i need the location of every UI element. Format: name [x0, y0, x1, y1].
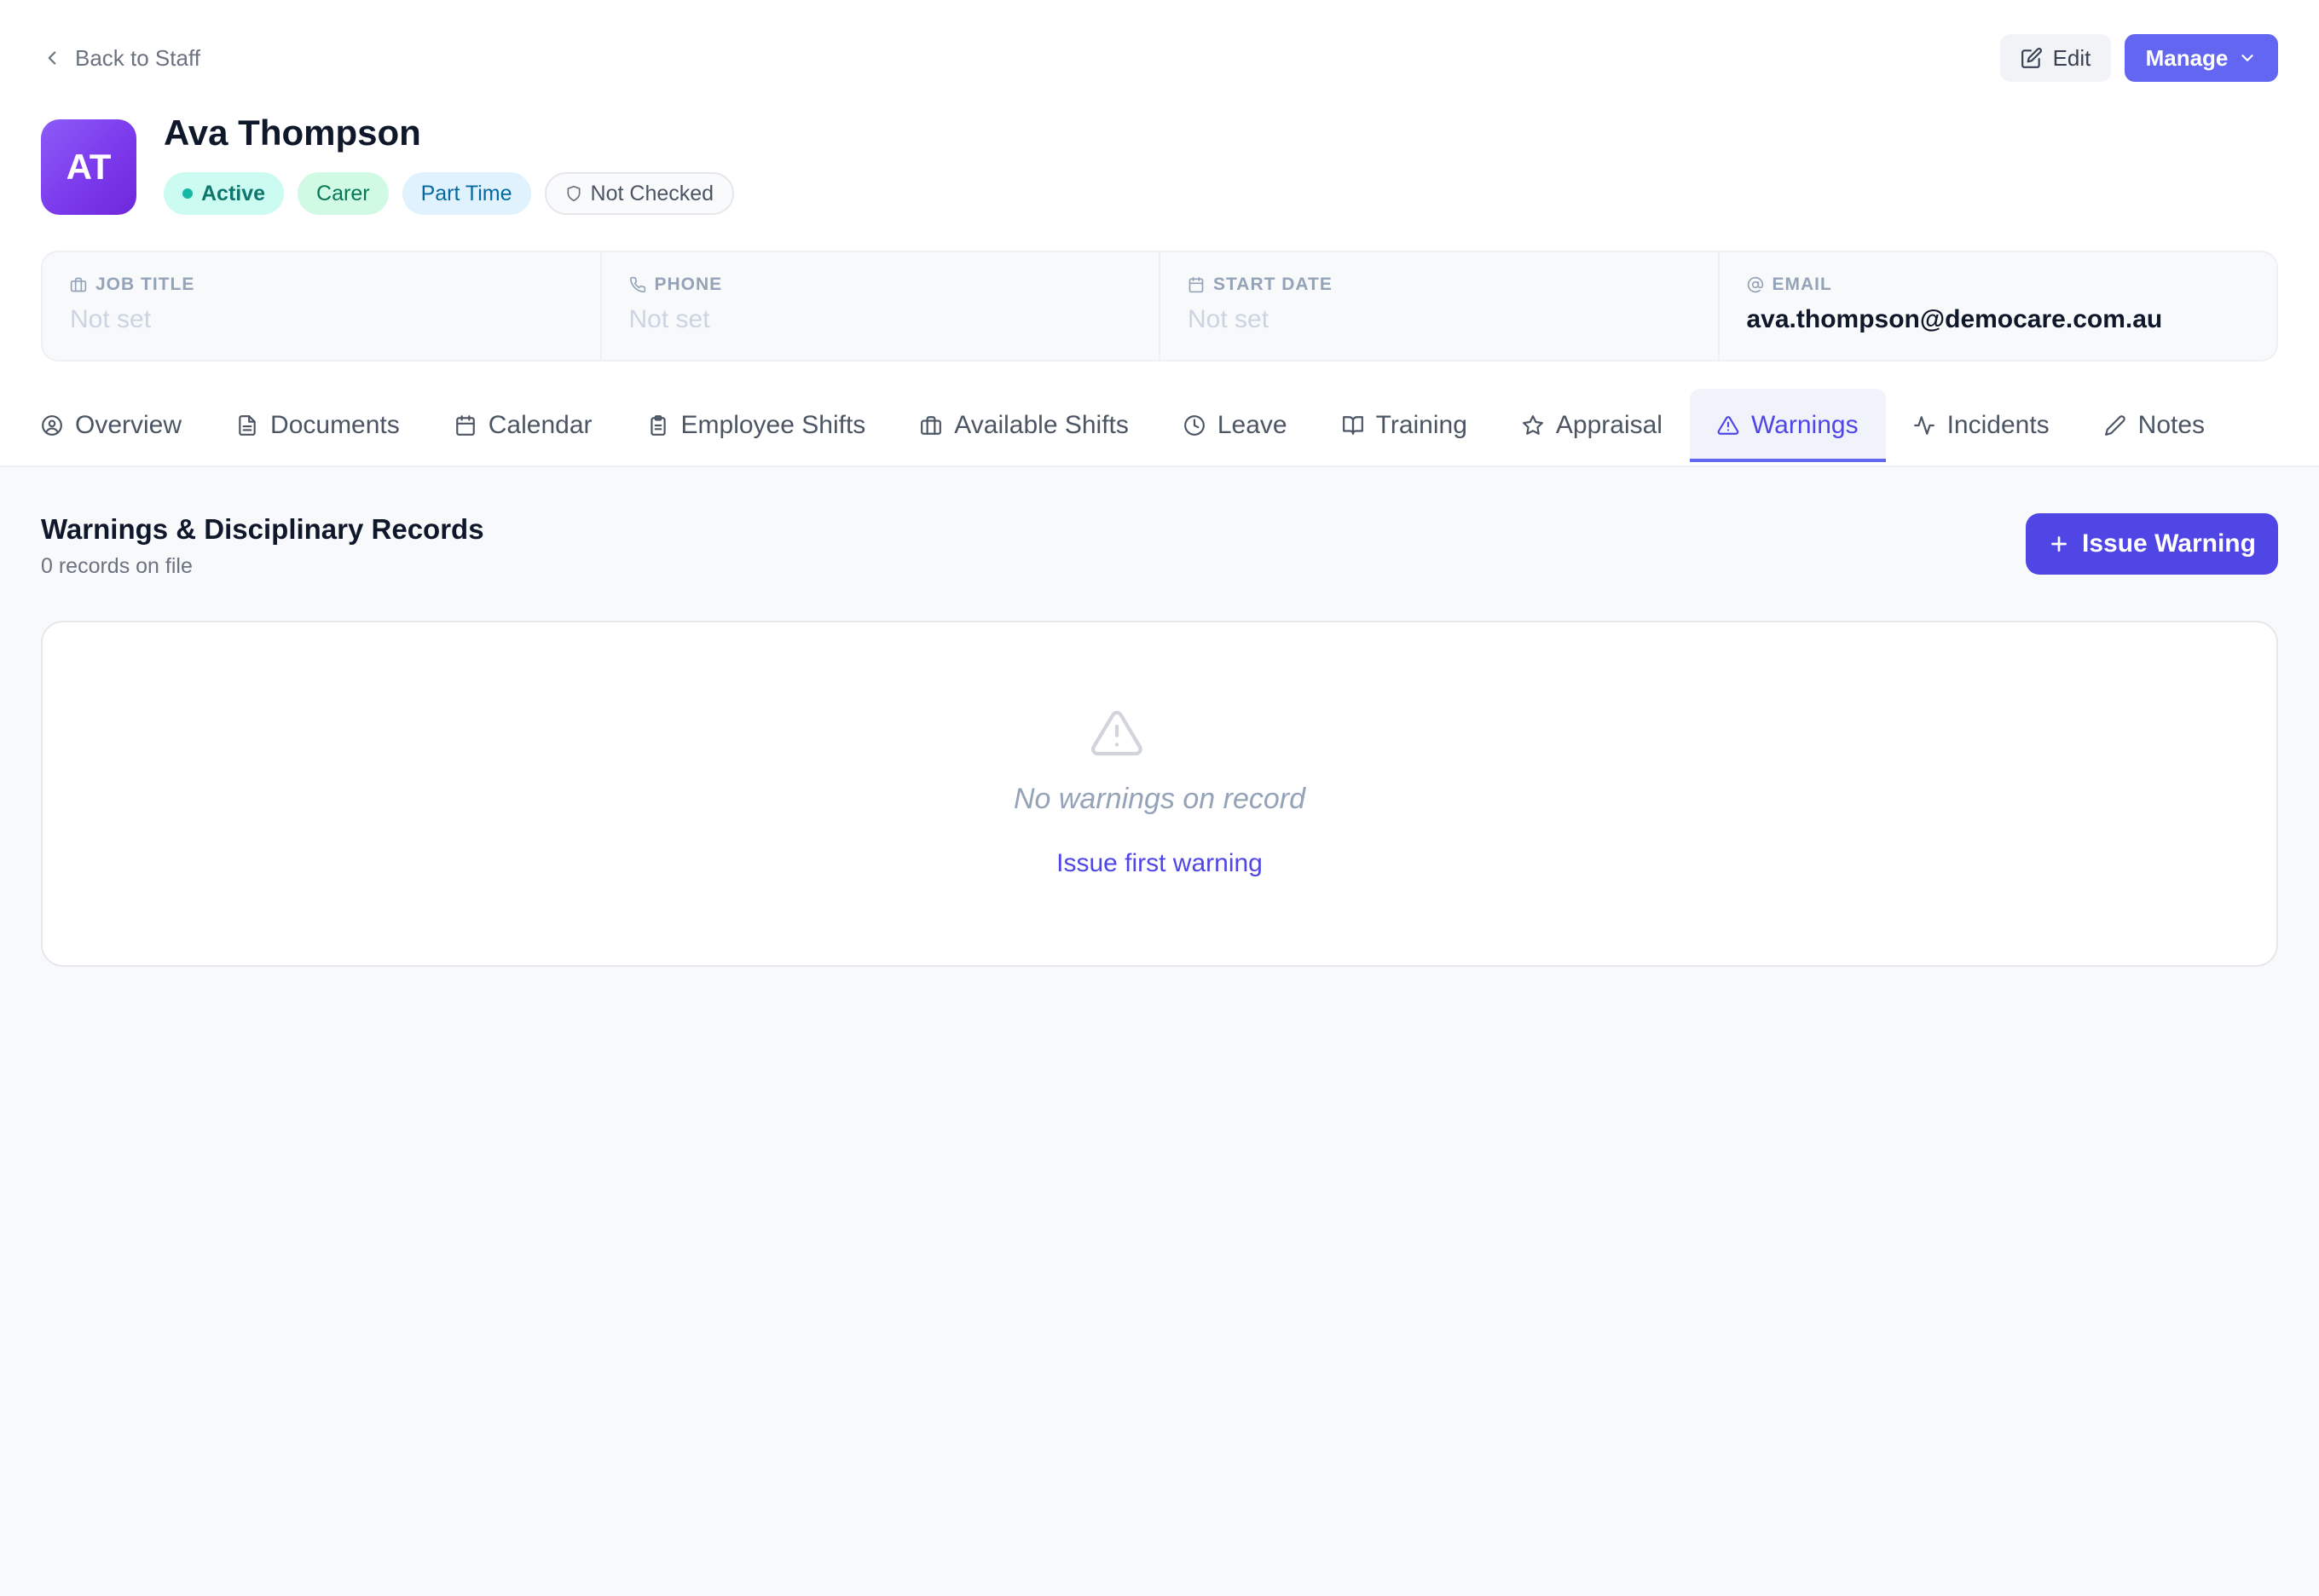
info-label: START DATE — [1213, 275, 1333, 294]
check-badge-label: Not Checked — [590, 181, 714, 205]
tab-label: Overview — [75, 411, 182, 439]
tab-label: Notes — [2137, 411, 2206, 439]
back-link-label: Back to Staff — [75, 44, 200, 71]
warning-icon — [1091, 710, 1142, 756]
issue-first-warning-link[interactable]: Issue first warning — [1056, 849, 1263, 877]
info-start-date: START DATE Not set — [1160, 252, 1720, 360]
calendar-icon — [455, 415, 475, 436]
records-count: 0 records on file — [41, 554, 193, 578]
status-dot-icon — [182, 188, 193, 199]
pencil-icon — [2104, 415, 2125, 436]
at-sign-icon — [1747, 276, 1763, 293]
check-status-badge: Not Checked — [544, 172, 735, 215]
calendar-icon — [1188, 276, 1204, 293]
back-to-staff-link[interactable]: Back to Staff — [41, 43, 200, 73]
tab-label: Employee Shifts — [680, 411, 866, 439]
tab-leave[interactable]: Leave — [1156, 389, 1315, 462]
activity-icon — [1913, 416, 1934, 435]
status-badge-label: Active — [201, 181, 266, 205]
tab-warnings[interactable]: Warnings — [1689, 389, 1886, 462]
staff-name: Ava Thompson — [164, 113, 421, 153]
info-label: PHONE — [654, 275, 723, 294]
info-label: JOB TITLE — [95, 275, 195, 294]
file-icon — [239, 415, 256, 436]
info-card: JOB TITLE Not set PHONE Not set START DA… — [41, 251, 2278, 361]
profile-header: Back to Staff Edit Manage AT Ava Thompso… — [0, 0, 2319, 467]
info-value: Not set — [1188, 305, 1269, 333]
badge-row: Active Carer Part Time Not Checked — [164, 172, 735, 215]
tab-employee-shifts[interactable]: Employee Shifts — [620, 389, 893, 462]
issue-warning-button[interactable]: Issue Warning — [2026, 513, 2278, 575]
tab-label: Documents — [270, 411, 400, 439]
avatar-initials: AT — [66, 147, 112, 187]
tab-overview[interactable]: Overview — [14, 389, 209, 462]
tab-documents[interactable]: Documents — [209, 389, 427, 462]
tab-available-shifts[interactable]: Available Shifts — [893, 389, 1156, 462]
phone-icon — [629, 276, 645, 293]
tab-label: Available Shifts — [954, 411, 1129, 439]
star-icon — [1522, 415, 1543, 435]
manage-button-label: Manage — [2145, 44, 2229, 71]
tab-notes[interactable]: Notes — [2077, 389, 2232, 462]
tab-training[interactable]: Training — [1315, 389, 1495, 462]
status-badge: Active — [164, 172, 285, 215]
info-value: Not set — [70, 305, 152, 333]
edit-icon — [2021, 48, 2042, 68]
clock-icon — [1183, 415, 1205, 436]
section-title: Warnings & Disciplinary Records — [41, 513, 484, 545]
info-value[interactable]: ava.thompson@democare.com.au — [1747, 305, 2250, 334]
avatar: AT — [41, 119, 136, 215]
tab-incidents[interactable]: Incidents — [1886, 389, 2077, 462]
info-email: EMAIL ava.thompson@democare.com.au — [1720, 252, 2277, 360]
edit-button[interactable]: Edit — [2000, 34, 2111, 82]
book-icon — [1342, 416, 1363, 435]
tab-label: Calendar — [488, 411, 593, 439]
info-phone: PHONE Not set — [602, 252, 1160, 360]
edit-button-label: Edit — [2052, 44, 2091, 71]
tab-label: Leave — [1217, 411, 1287, 439]
tab-label: Incidents — [1946, 411, 2050, 439]
briefcase-icon — [921, 416, 942, 435]
chevron-down-icon — [2241, 55, 2254, 61]
chevron-left-icon — [48, 51, 56, 65]
role-badge: Carer — [298, 172, 389, 215]
tab-appraisal[interactable]: Appraisal — [1495, 389, 1690, 462]
tab-calendar[interactable]: Calendar — [427, 389, 620, 462]
warning-icon — [1717, 416, 1739, 435]
employment-badge-label: Part Time — [420, 181, 512, 205]
tab-label: Appraisal — [1555, 411, 1663, 439]
briefcase-icon — [70, 277, 87, 292]
shield-icon — [567, 185, 581, 202]
user-circle-icon — [42, 415, 62, 436]
employment-badge: Part Time — [402, 172, 531, 215]
info-job-title: JOB TITLE Not set — [43, 252, 602, 360]
tab-label: Warnings — [1750, 411, 1859, 439]
profile-tabs: Overview Documents Calendar Employee Shi… — [41, 389, 2232, 462]
manage-dropdown-button[interactable]: Manage — [2125, 34, 2278, 82]
issue-warning-label: Issue Warning — [2082, 529, 2256, 558]
clipboard-icon — [650, 415, 666, 436]
empty-state-message: No warnings on record — [1013, 783, 1306, 815]
plus-icon — [2051, 536, 2067, 552]
role-badge-label: Carer — [316, 181, 370, 205]
info-value: Not set — [628, 305, 710, 333]
tab-label: Training — [1375, 411, 1467, 439]
info-label: EMAIL — [1772, 275, 1832, 294]
